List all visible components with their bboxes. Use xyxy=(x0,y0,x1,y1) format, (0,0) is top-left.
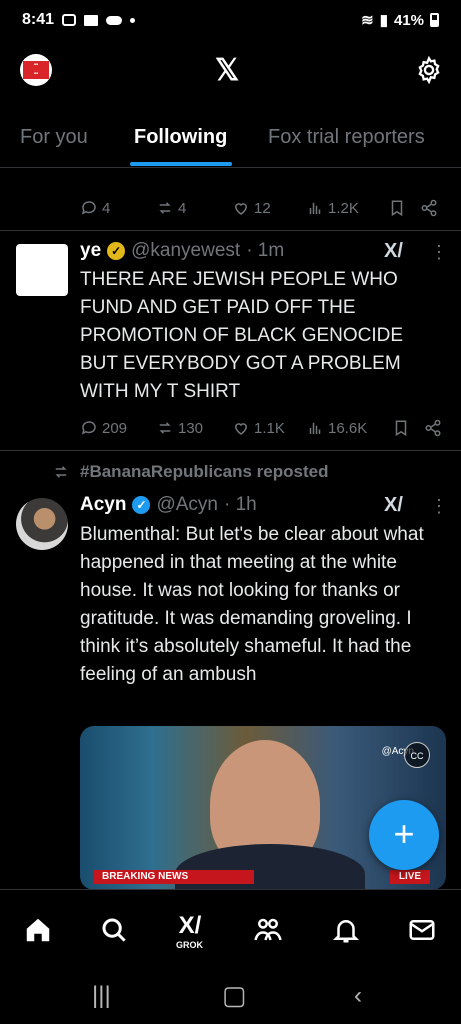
share-icon[interactable] xyxy=(420,199,438,217)
reply-count: 4 xyxy=(102,199,111,217)
x-logo[interactable]: 𝕏 xyxy=(215,56,239,86)
reply-icon xyxy=(81,201,96,215)
grok-icon[interactable]: X/ xyxy=(384,494,403,517)
battery-percent: 41% xyxy=(393,11,424,29)
divider xyxy=(0,230,461,231)
communities-icon xyxy=(254,918,282,941)
like-button[interactable]: 1.1K xyxy=(232,419,306,437)
grok-label: GROK xyxy=(176,940,203,950)
repost-icon xyxy=(159,202,171,214)
tweet-time: · 1h xyxy=(224,494,257,515)
search-icon xyxy=(102,918,126,942)
nav-messages[interactable] xyxy=(404,912,440,948)
like-count: 1.1K xyxy=(254,419,285,437)
cloud-icon xyxy=(106,15,123,25)
tweet-actions: 209 130 1.1K 16.6K xyxy=(80,416,450,440)
repost-label: #BananaRepublicans reposted xyxy=(80,462,329,481)
like-count: 12 xyxy=(254,199,271,217)
status-bar: 8:41 ≋ ▮ 41% xyxy=(0,0,461,40)
more-options-icon[interactable]: ⋮ xyxy=(430,496,448,517)
author-name[interactable]: ye xyxy=(80,240,101,262)
author-handle[interactable]: @kanyewest xyxy=(131,240,240,262)
grok-icon[interactable]: X/ xyxy=(384,240,403,263)
nav-home[interactable] xyxy=(20,912,56,948)
signal-icon: ▮ xyxy=(379,12,388,29)
repost-icon xyxy=(55,466,67,478)
views-icon xyxy=(309,422,321,434)
repost-button[interactable]: 130 xyxy=(156,419,232,437)
mail-icon xyxy=(409,920,435,940)
compose-button[interactable]: + xyxy=(369,800,439,870)
battery-icon xyxy=(430,13,439,27)
recent-apps-icon[interactable]: ||| xyxy=(92,982,111,1010)
repost-count: 4 xyxy=(178,199,187,217)
more-options-icon[interactable]: ⋮ xyxy=(430,242,448,263)
reply-icon xyxy=(81,421,96,435)
views-icon xyxy=(309,202,321,214)
nav-communities[interactable] xyxy=(250,912,286,948)
wifi-icon: ≋ xyxy=(361,12,374,29)
reply-button[interactable]: 209 xyxy=(80,419,156,437)
bookmark-icon[interactable] xyxy=(392,419,410,437)
tweet-text: Blumenthal: But let's be clear about wha… xyxy=(80,524,424,685)
views-count: 16.6K xyxy=(328,419,368,437)
captions-icon[interactable]: CC xyxy=(404,742,430,768)
verified-blue-badge-icon: ✓ xyxy=(132,496,151,514)
avatar[interactable] xyxy=(16,244,68,296)
views-count: 1.2K xyxy=(328,199,359,217)
status-time: 8:41 xyxy=(22,11,55,28)
tweet-time: · 1m xyxy=(246,240,285,261)
nav-notifications[interactable] xyxy=(328,912,364,948)
bottom-nav: X/ GROK xyxy=(0,889,461,967)
verified-gold-badge-icon: ✓ xyxy=(107,242,126,260)
tweet-actions: 4 4 12 1.2K xyxy=(80,196,450,220)
active-tab-indicator xyxy=(130,162,232,166)
timeline-tabs: For you Following Fox trial reporters xyxy=(0,112,461,168)
home-button-icon[interactable]: ▢ xyxy=(222,980,247,1011)
like-button[interactable]: 12 xyxy=(232,199,306,217)
author-name[interactable]: Acyn xyxy=(80,494,126,516)
notification-dot-icon xyxy=(130,17,136,23)
tweet-header: Acyn ✓ @Acyn · 1h xyxy=(80,494,257,516)
system-nav: ||| ▢ ‹ xyxy=(0,968,461,1024)
profile-avatar[interactable]: ▪▪ ▪▪ xyxy=(20,54,52,86)
home-icon xyxy=(26,918,50,942)
folder-icon xyxy=(84,14,99,26)
views-button[interactable]: 16.6K xyxy=(306,419,392,437)
share-icon[interactable] xyxy=(424,419,442,437)
views-button[interactable]: 1.2K xyxy=(306,199,384,217)
tab-following[interactable]: Following xyxy=(134,126,227,149)
grok-icon: X/ xyxy=(178,912,202,939)
breaking-news-banner: BREAKING NEWS xyxy=(94,870,254,884)
nav-search[interactable] xyxy=(96,912,132,948)
avatar[interactable] xyxy=(16,498,68,550)
tab-fox-trial-reporters[interactable]: Fox trial reporters xyxy=(268,126,425,149)
nav-grok[interactable]: X/ xyxy=(172,908,208,944)
repost-icon xyxy=(159,422,171,434)
repost-context[interactable]: #BananaRepublicans reposted xyxy=(52,462,328,482)
repost-button[interactable]: 4 xyxy=(156,199,232,217)
divider xyxy=(0,450,461,451)
bookmark-icon[interactable] xyxy=(388,199,406,217)
reply-count: 209 xyxy=(102,419,128,437)
back-icon[interactable]: ‹ xyxy=(354,982,362,1010)
tab-for-you[interactable]: For you xyxy=(20,126,88,149)
heart-icon xyxy=(234,423,248,435)
tweet-header: ye ✓ @kanyewest · 1m xyxy=(80,240,284,262)
tweet-text: THERE ARE JEWISH PEOPLE WHO FUND AND GET… xyxy=(80,269,404,402)
repost-count: 130 xyxy=(178,419,204,437)
instagram-icon xyxy=(62,14,77,26)
live-badge: LIVE xyxy=(390,870,430,884)
settings-gear-icon[interactable] xyxy=(415,56,443,84)
reply-button[interactable]: 4 xyxy=(80,199,156,217)
author-handle[interactable]: @Acyn xyxy=(156,494,218,516)
top-nav: ▪▪ ▪▪ 𝕏 xyxy=(0,44,461,98)
bell-icon xyxy=(332,920,360,943)
profile-avatar-image: ▪▪ ▪▪ xyxy=(23,61,49,79)
heart-icon xyxy=(234,203,248,215)
